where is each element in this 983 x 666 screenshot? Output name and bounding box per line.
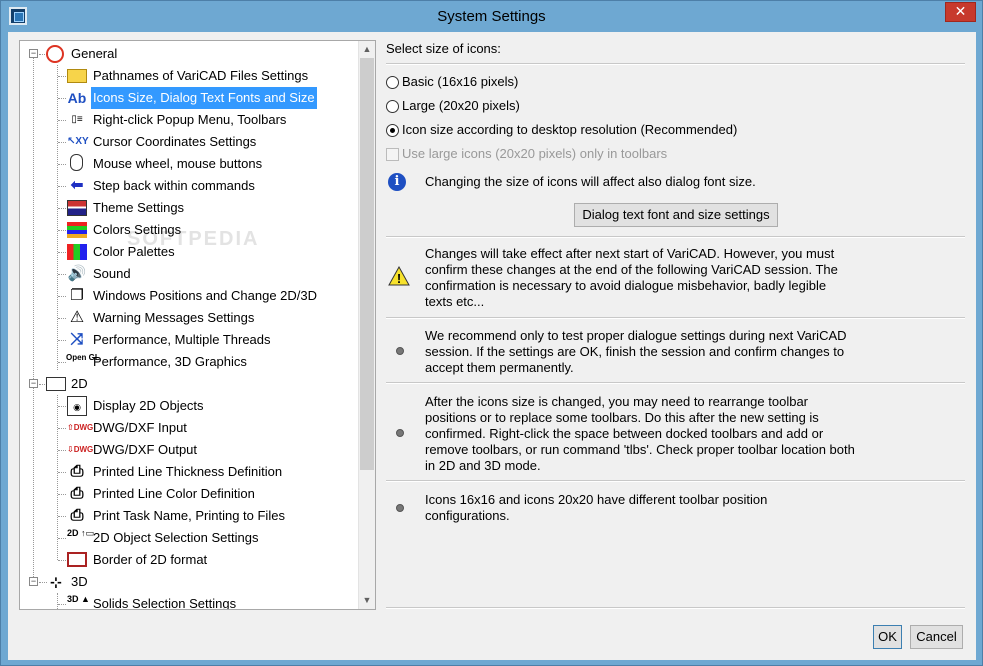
checkbox-large-icons-toolbars[interactable]: Use large icons (20x20 pixels) only in t… — [386, 145, 686, 163]
svg-text:!: ! — [397, 271, 401, 286]
printer-icon: ⎙ — [70, 485, 84, 502]
tree-item-windows-positions[interactable]: ❐ Windows Positions and Change 2D/3D — [20, 285, 358, 307]
tree-item-warning-messages[interactable]: ⚠ Warning Messages Settings — [20, 307, 358, 329]
dwg-output-icon: ⇩DWG — [67, 445, 94, 454]
warning-icon: ⚠ — [69, 309, 85, 326]
tree-label-2d: 2D — [71, 376, 88, 391]
scroll-up-icon[interactable]: ▲ — [359, 41, 375, 58]
tree-label-3d: 3D — [71, 574, 88, 589]
group-2d-icon — [46, 377, 66, 391]
popup-menu-icon: ▯≡ — [71, 114, 83, 125]
ok-button[interactable]: OK — [873, 625, 902, 649]
info-icon: i — [388, 173, 406, 191]
printer-icon: ⎙ — [70, 463, 84, 480]
tree-item-sound[interactable]: 🔊 Sound — [20, 263, 358, 285]
threads-icon: ⤨ — [70, 331, 84, 348]
tree-item-popup-menu[interactable]: ▯≡ Right-click Popup Menu, Toolbars — [20, 109, 358, 131]
folder-icon — [67, 69, 87, 83]
collapse-icon[interactable]: − — [29, 379, 38, 388]
arrow-left-icon: ⬅ — [70, 177, 84, 194]
tree-item-palettes[interactable]: Color Palettes — [20, 241, 358, 263]
bullet-icon — [396, 429, 404, 437]
display-2d-icon: ◉ — [67, 396, 87, 416]
note-text-3: Icons 16x16 and icons 20x20 have differe… — [425, 492, 768, 523]
axes-3d-icon: ⊹ — [50, 574, 62, 590]
warning-icon: ! — [388, 266, 410, 286]
tree-item-print-color[interactable]: ⎙ Printed Line Color Definition — [20, 483, 358, 505]
tree-item-border-2d[interactable]: Border of 2D format — [20, 549, 358, 571]
tree-item-colors[interactable]: Colors Settings — [20, 219, 358, 241]
speaker-icon: 🔊 — [67, 265, 87, 282]
radio-desktop-resolution[interactable]: Icon size according to desktop resolutio… — [386, 121, 766, 139]
bullet-icon — [396, 347, 404, 355]
tree-item-pathnames[interactable]: Pathnames of VariCAD Files Settings — [20, 65, 358, 87]
tree-item-icons-size[interactable]: Ab Icons Size, Dialog Text Fonts and Siz… — [20, 87, 358, 109]
tree-item-print-task[interactable]: ⎙ Print Task Name, Printing to Files — [20, 505, 358, 527]
note-text-2: After the icons size is changed, you may… — [425, 394, 855, 473]
tree-item-mouse[interactable]: Mouse wheel, mouse buttons — [20, 153, 358, 175]
border-icon — [67, 552, 87, 567]
tree-node-3d[interactable]: − ⊹ 3D — [20, 571, 358, 593]
tree-item-threads[interactable]: ⤨ Performance, Multiple Threads — [20, 329, 358, 351]
colors-icon — [67, 222, 87, 238]
palette-icon — [67, 244, 87, 260]
collapse-icon[interactable]: − — [29, 577, 38, 586]
printer-icon: ⎙ — [70, 507, 84, 524]
scroll-down-icon[interactable]: ▼ — [359, 592, 375, 609]
mouse-icon — [70, 154, 83, 171]
tree-item-dwg-input[interactable]: ⇧DWG DWG/DXF Input — [20, 417, 358, 439]
tree-item-3d-graphics[interactable]: Open GL Performance, 3D Graphics — [20, 351, 358, 373]
general-circle-icon — [46, 45, 64, 63]
settings-panel: Select size of icons: Basic (16x16 pixel… — [386, 32, 971, 660]
tree-item-solids-selection[interactable]: 3D ▲ Solids Selection Settings — [20, 593, 358, 609]
separator — [386, 480, 965, 482]
system-settings-window: System Settings ✕ SOFTPEDIA − General Pa… — [0, 0, 983, 666]
radio-indicator[interactable] — [386, 100, 399, 113]
cancel-button[interactable]: Cancel — [910, 625, 963, 649]
tree-node-2d[interactable]: − 2D — [20, 373, 358, 395]
scroll-thumb[interactable] — [360, 58, 374, 470]
window-title: System Settings — [437, 8, 546, 25]
tree-item-cursor-coords[interactable]: ↖XY Cursor Coordinates Settings — [20, 131, 358, 153]
separator — [386, 382, 965, 384]
radio-large-size[interactable]: Large (20x20 pixels) — [386, 97, 686, 115]
tree-item-theme[interactable]: Theme Settings — [20, 197, 358, 219]
opengl-icon: Open GL — [66, 353, 100, 362]
ab-font-icon: Ab — [67, 90, 87, 106]
info-text: Changing the size of icons will affect a… — [425, 174, 756, 189]
radio-indicator[interactable] — [386, 124, 399, 137]
separator — [386, 607, 965, 609]
tree-item-2d-selection[interactable]: 2D ↑▭ 2D Object Selection Settings — [20, 527, 358, 549]
bullet-icon — [396, 504, 404, 512]
windows-icon: ❐ — [70, 287, 84, 304]
separator — [386, 317, 965, 319]
dialog-client-area: SOFTPEDIA − General Pathnames of VariCAD… — [8, 32, 976, 660]
tree-scrollbar[interactable]: ▲ ▼ — [358, 41, 375, 609]
close-button[interactable]: ✕ — [945, 2, 976, 22]
collapse-icon[interactable]: − — [29, 49, 38, 58]
tree-label-general: General — [71, 46, 118, 61]
dwg-input-icon: ⇧DWG — [67, 423, 94, 432]
settings-tree[interactable]: SOFTPEDIA − General Pathnames of VariCAD… — [19, 40, 376, 610]
dialog-font-settings-button[interactable]: Dialog text font and size settings — [574, 203, 778, 227]
radio-indicator[interactable] — [386, 76, 399, 89]
radio-basic-size[interactable]: Basic (16x16 pixels) — [386, 73, 686, 91]
selection-2d-icon: 2D ↑▭ — [67, 528, 95, 538]
theme-icon — [67, 200, 87, 216]
tree-item-display-2d[interactable]: ◉ Display 2D Objects — [20, 395, 358, 417]
title-bar[interactable]: System Settings ✕ — [1, 1, 982, 32]
separator — [386, 63, 965, 65]
tree-node-general[interactable]: − General — [20, 43, 358, 65]
note-text-1: We recommend only to test proper dialogu… — [425, 328, 847, 375]
checkbox-indicator[interactable] — [386, 148, 399, 161]
selection-3d-icon: 3D ▲ — [67, 594, 90, 604]
icon-size-heading: Select size of icons: — [386, 41, 501, 56]
cursor-xy-icon: ↖XY — [67, 136, 89, 147]
warning-text: Changes will take effect after next star… — [425, 246, 838, 309]
tree-item-step-back[interactable]: ⬅ Step back within commands — [20, 175, 358, 197]
separator — [386, 236, 965, 238]
tree-item-print-thickness[interactable]: ⎙ Printed Line Thickness Definition — [20, 461, 358, 483]
tree-item-dwg-output[interactable]: ⇩DWG DWG/DXF Output — [20, 439, 358, 461]
close-icon: ✕ — [954, 3, 967, 19]
